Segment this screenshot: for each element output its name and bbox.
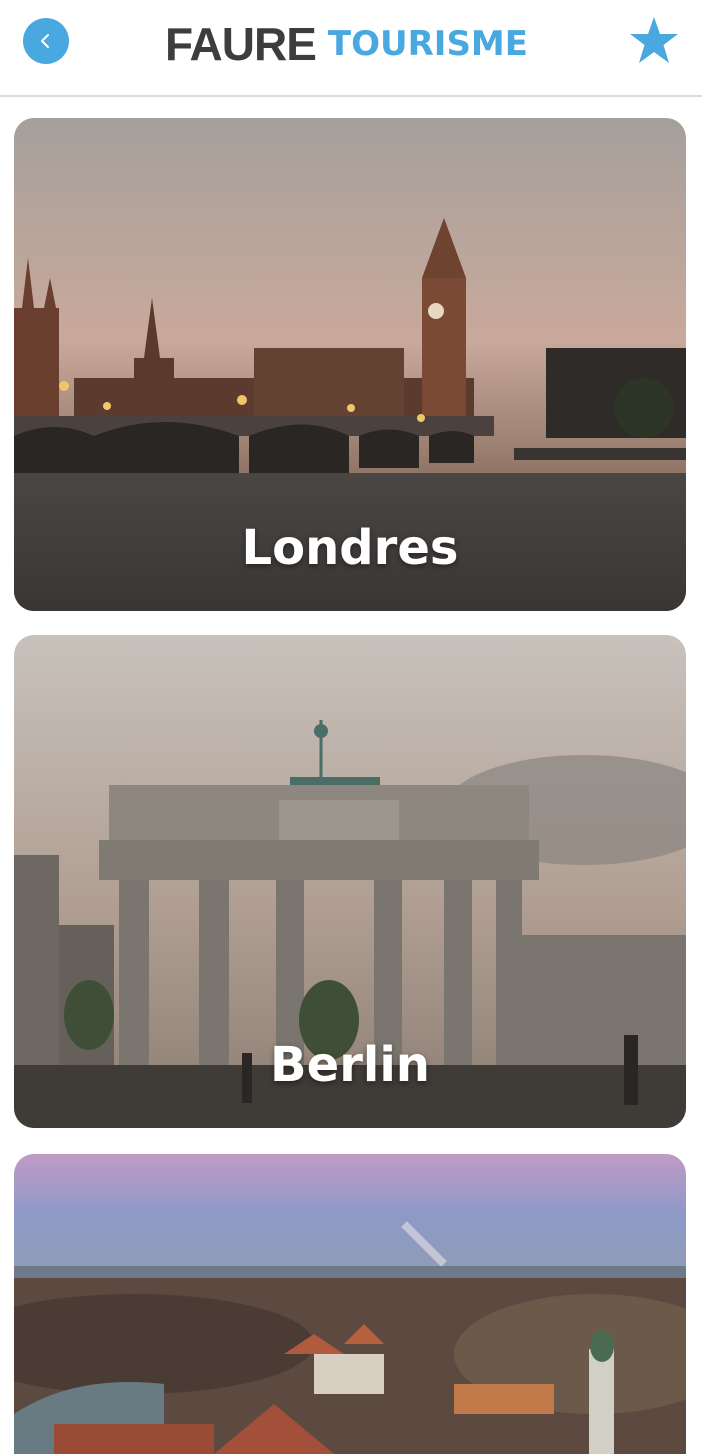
app-header: FAURE TOURISME	[0, 0, 702, 97]
city-photo	[14, 1154, 686, 1454]
chevron-left-icon	[41, 34, 49, 48]
destination-name: Londres	[241, 520, 459, 576]
brand-logo: FAURE TOURISME	[165, 18, 537, 70]
star-icon[interactable]	[628, 15, 680, 67]
destination-name: Berlin	[270, 1037, 430, 1093]
destination-card-berlin[interactable]: Berlin	[14, 635, 686, 1128]
logo-faure-text: FAURE	[165, 18, 317, 70]
destination-card-3[interactable]	[14, 1154, 686, 1454]
destination-card-londres[interactable]: Londres	[14, 118, 686, 611]
back-button[interactable]	[23, 18, 69, 64]
logo-tourisme-text: TOURISME	[327, 24, 528, 64]
